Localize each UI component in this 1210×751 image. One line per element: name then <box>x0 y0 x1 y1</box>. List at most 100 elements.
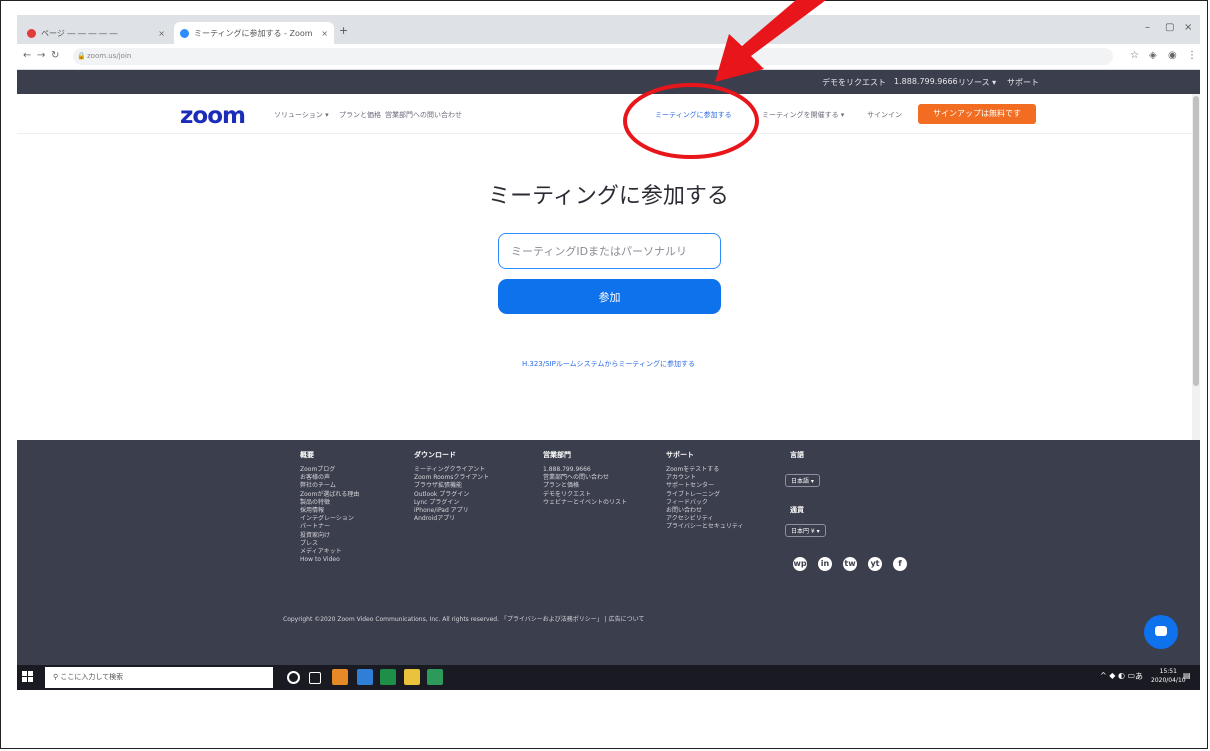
footer-link[interactable]: 弊社のチーム <box>300 482 359 490</box>
zoom-top-bar: デモをリクエスト 1.888.799.9666 リソース ▾ サポート <box>17 70 1200 94</box>
footer-column-title: 営業部門 <box>543 451 571 459</box>
support-link[interactable]: サポート <box>1007 77 1039 88</box>
reload-icon[interactable]: ↻ <box>51 50 59 61</box>
chat-button[interactable] <box>1144 615 1178 649</box>
tab-close-icon[interactable]: × <box>158 29 165 38</box>
footer-link[interactable]: Zoomをテストする <box>666 466 744 474</box>
signup-button[interactable]: サインアップは無料です <box>918 104 1036 124</box>
lock-icon: 🔒 <box>77 52 86 60</box>
language-select[interactable]: 日本語 ▾ <box>785 474 820 487</box>
footer-column-sales: 営業部門 1.888.799.9666 営業部門への問い合わせ プランと価格 デ… <box>543 450 627 507</box>
footer-link[interactable]: How to Video <box>300 556 359 564</box>
screenshot: ページ ― ― ― ― ― × ミーティングに参加する - Zoom × + –… <box>17 15 1200 690</box>
bookmark-star-icon[interactable]: ☆ <box>1130 50 1139 61</box>
footer-column-about: 概要 Zoomブログ お客様の声 弊社のチーム Zoomが選ばれる理由 製品の特… <box>300 450 359 564</box>
cortana-icon[interactable] <box>287 671 300 684</box>
menu-icon[interactable]: ⋮ <box>1187 50 1197 61</box>
windows-start-icon[interactable] <box>22 671 34 683</box>
footer-link[interactable]: パートナー <box>300 523 359 531</box>
folder-app-icon[interactable] <box>404 669 420 685</box>
browser-tab-bar: ページ ― ― ― ― ― × ミーティングに参加する - Zoom × + –… <box>17 15 1200 44</box>
footer-link[interactable]: 製品の特徴 <box>300 499 359 507</box>
footer-column-title: サポート <box>666 451 694 459</box>
scrollbar-thumb[interactable] <box>1193 96 1199 386</box>
solutions-link[interactable]: ソリューション ▾ <box>274 110 329 120</box>
footer-link[interactable]: デモをリクエスト <box>543 491 627 499</box>
footer-link[interactable]: メディアキット <box>300 548 359 556</box>
facebook-icon[interactable]: f <box>893 557 907 571</box>
footer-link[interactable]: インテグレーション <box>300 515 359 523</box>
tab-close-icon[interactable]: × <box>321 29 328 38</box>
twitter-icon[interactable]: tw <box>843 557 857 571</box>
footer-link[interactable]: ミーティングクライアント <box>414 466 489 474</box>
browser-tab-inactive[interactable]: ページ ― ― ― ― ― × <box>21 22 171 44</box>
taskbar-search-box[interactable]: ⚲ ここに入力して検索 <box>45 667 273 688</box>
footer-link[interactable]: お問い合わせ <box>666 507 744 515</box>
spreadsheet-app-icon[interactable] <box>427 669 443 685</box>
chrome-app-icon[interactable] <box>332 669 348 685</box>
footer-link[interactable]: Outlook プラグイン <box>414 491 489 499</box>
zoom-footer: 概要 Zoomブログ お客様の声 弊社のチーム Zoomが選ばれる理由 製品の特… <box>17 440 1200 665</box>
footer-column-support: サポート Zoomをテストする アカウント サポートセンター ライブトレーニング… <box>666 450 744 532</box>
meeting-id-input[interactable] <box>498 233 721 269</box>
footer-link[interactable]: サポートセンター <box>666 482 744 490</box>
footer-link[interactable]: プランと価格 <box>543 482 627 490</box>
footer-link[interactable]: 1.888.799.9666 <box>543 466 627 474</box>
join-button[interactable]: 参加 <box>498 279 721 314</box>
close-window-icon[interactable]: × <box>1184 22 1192 33</box>
footer-link[interactable]: Androidアプリ <box>414 515 489 523</box>
tray-icons[interactable]: ^ ◆ ◐ ▭ <box>1100 671 1135 680</box>
phone-link[interactable]: 1.888.799.9666 <box>894 77 958 86</box>
extension-icon[interactable]: ◈ <box>1149 50 1157 61</box>
minimize-icon[interactable]: – <box>1145 22 1150 33</box>
explorer-app-icon[interactable] <box>357 669 373 685</box>
plans-link[interactable]: プランと価格 <box>339 110 381 120</box>
host-meeting-link[interactable]: ミーティングを開催する ▾ <box>762 110 844 120</box>
address-bar[interactable]: 🔒 zoom.us/join <box>73 48 1113 65</box>
footer-link[interactable]: 採用情報 <box>300 507 359 515</box>
footer-link[interactable]: プライバシーとセキュリティ <box>666 523 744 531</box>
page-scrollbar[interactable] <box>1192 94 1200 440</box>
tab-title: ミーティングに参加する - Zoom <box>194 28 313 38</box>
wordpress-icon[interactable]: wp <box>793 557 807 571</box>
footer-link[interactable]: ライブトレーニング <box>666 491 744 499</box>
h323-link[interactable]: H.323/SIPルームシステムからミーティングに参加する <box>17 359 1200 369</box>
taskbar-search-placeholder: ここに入力して検索 <box>60 673 124 681</box>
clock[interactable]: 15:51 2020/04/10 <box>1151 667 1186 685</box>
windows-taskbar: ⚲ ここに入力して検索 ^ ◆ ◐ ▭ あ 15:51 2020/04/10 ▤ <box>17 665 1200 690</box>
back-icon[interactable]: ← <box>23 50 31 61</box>
contact-sales-link[interactable]: 営業部門への問い合わせ <box>385 110 462 120</box>
join-meeting-link[interactable]: ミーティングに参加する <box>655 110 732 120</box>
footer-link[interactable]: Lync プラグイン <box>414 499 489 507</box>
footer-link[interactable]: 投資家向け <box>300 532 359 540</box>
footer-language-group: 言語 <box>790 450 804 466</box>
forward-icon[interactable]: → <box>37 50 45 61</box>
footer-link[interactable]: iPhone/iPad アプリ <box>414 507 489 515</box>
currency-select[interactable]: 日本円 ¥ ▾ <box>785 524 826 537</box>
linkedin-icon[interactable]: in <box>818 557 832 571</box>
footer-link[interactable]: ブラウザ拡張機能 <box>414 482 489 490</box>
new-tab-button[interactable]: + <box>339 24 348 37</box>
maximize-icon[interactable]: ▢ <box>1165 22 1174 33</box>
url-text: zoom.us/join <box>87 52 132 60</box>
footer-link[interactable]: アクセシビリティ <box>666 515 744 523</box>
footer-link[interactable]: Zoomブログ <box>300 466 359 474</box>
youtube-icon[interactable]: yt <box>868 557 882 571</box>
zoom-logo[interactable]: zoom <box>180 103 246 129</box>
resources-link[interactable]: リソース ▾ <box>958 77 996 88</box>
profile-icon[interactable]: ◉ <box>1168 50 1177 61</box>
request-demo-link[interactable]: デモをリクエスト <box>822 77 886 88</box>
browser-tab-active[interactable]: ミーティングに参加する - Zoom × <box>174 22 334 44</box>
notification-icon[interactable]: ▤ <box>1183 671 1191 680</box>
clock-time: 15:51 <box>1159 668 1177 675</box>
footer-link[interactable]: ウェビナーとイベントのリスト <box>543 499 627 507</box>
footer-link[interactable]: Zoomが選ばれる理由 <box>300 491 359 499</box>
footer-link[interactable]: フィードバック <box>666 499 744 507</box>
footer-column-download: ダウンロード ミーティングクライアント Zoom Roomsクライアント ブラウ… <box>414 450 489 523</box>
footer-link[interactable]: プレス <box>300 540 359 548</box>
ime-indicator[interactable]: あ <box>1135 671 1143 682</box>
excel-app-icon[interactable] <box>380 669 396 685</box>
language-label: 言語 <box>790 451 804 459</box>
sign-in-link[interactable]: サインイン <box>867 110 902 120</box>
task-view-icon[interactable] <box>309 672 321 684</box>
